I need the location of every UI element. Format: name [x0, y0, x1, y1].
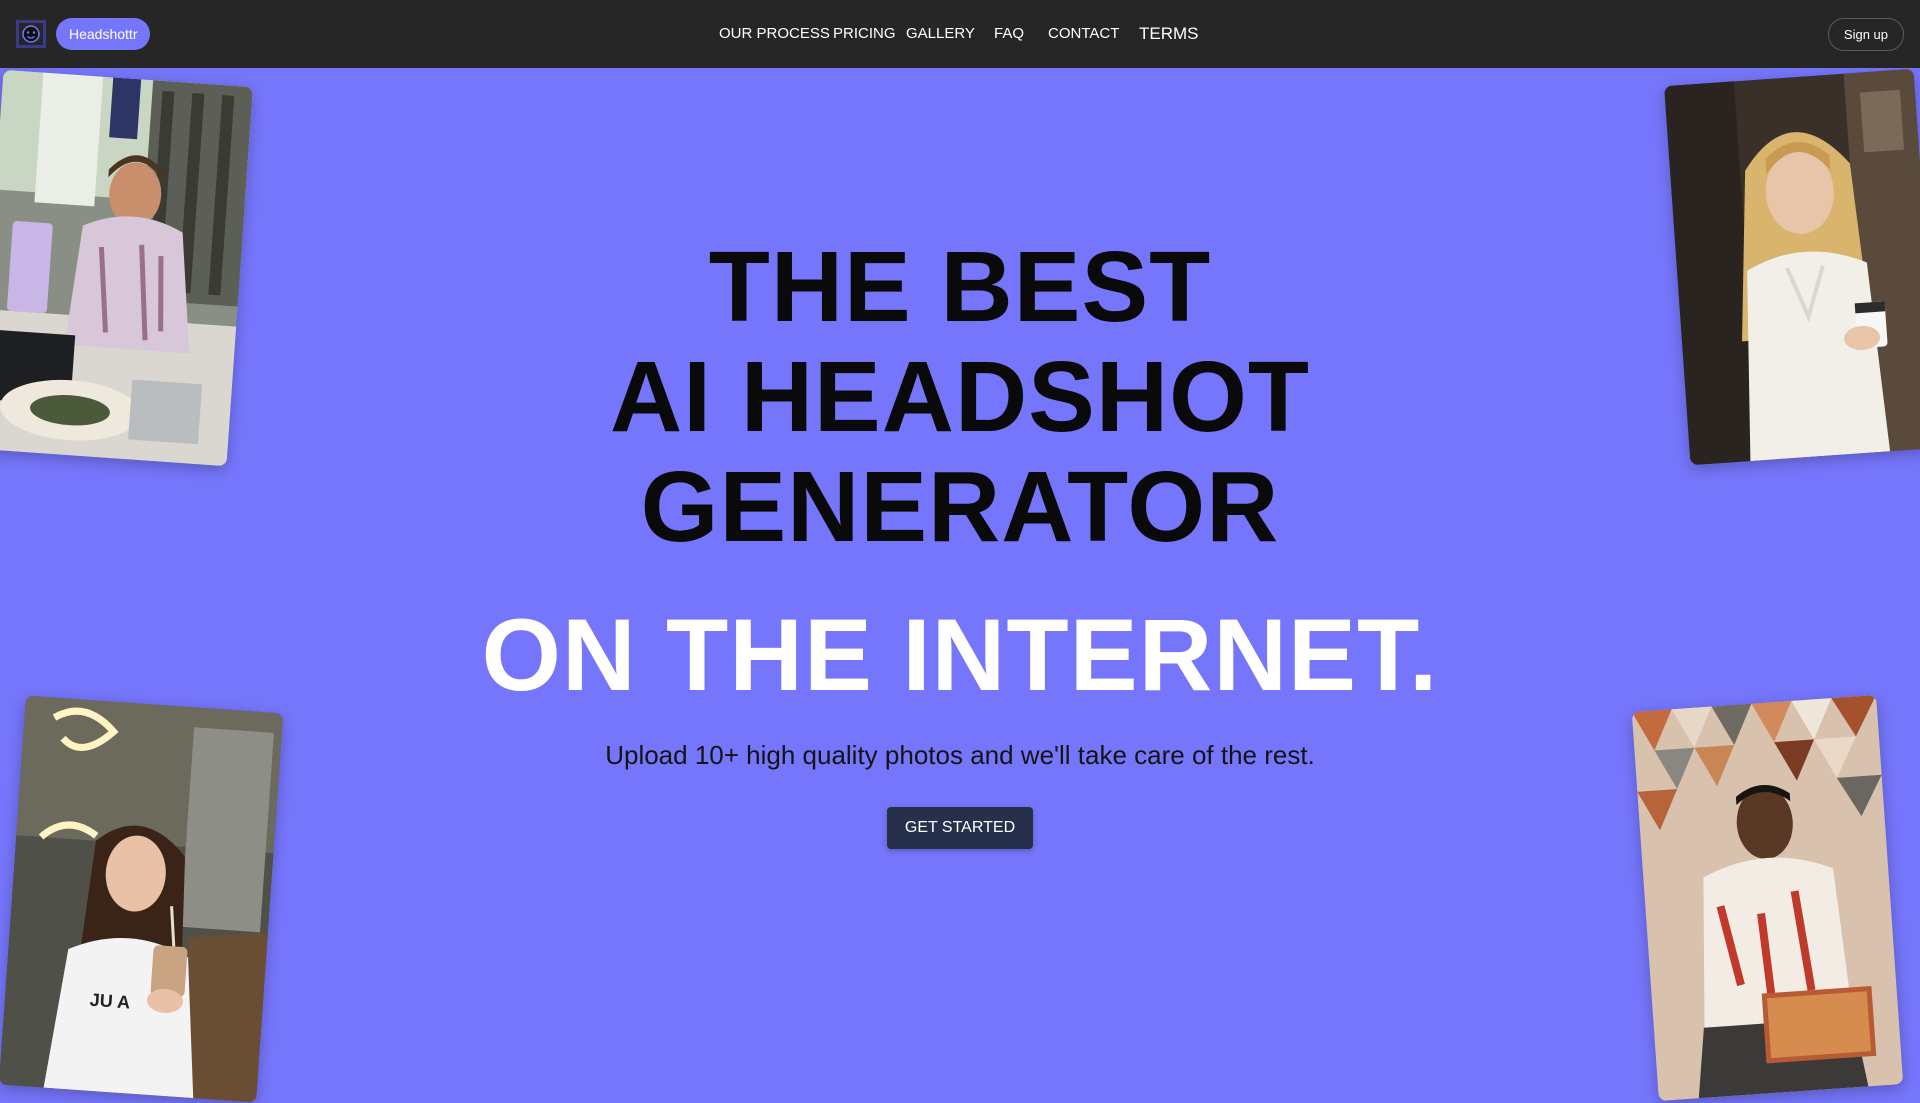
nav-our-process[interactable]: OUR PROCESS — [719, 0, 830, 68]
hero-headline-line-2: AI HEADSHOT — [610, 341, 1310, 453]
hero-headline-line-4: ON THE INTERNET. — [481, 598, 1439, 712]
top-navigation-bar: Headshottr OUR PROCESS PRICING GALLERY F… — [0, 0, 1920, 68]
sign-up-button[interactable]: Sign up — [1827, 18, 1904, 51]
nav-gallery[interactable]: GALLERY — [906, 0, 975, 68]
hero-subtitle: Upload 10+ high quality photos and we'll… — [605, 740, 1315, 770]
hero-headline-line-3: GENERATOR — [640, 451, 1280, 563]
shirt-print-text: JU A — [89, 990, 131, 1013]
hero-headline-line-1: THE BEST — [708, 231, 1212, 343]
nav-faq[interactable]: FAQ — [994, 0, 1024, 68]
nav-pricing[interactable]: PRICING — [833, 0, 896, 68]
bracket-face-icon[interactable] — [15, 18, 47, 50]
nav-terms[interactable]: TERMS — [1139, 0, 1199, 68]
nav-contact[interactable]: CONTACT — [1048, 0, 1119, 68]
get-started-button[interactable]: GET STARTED — [887, 807, 1033, 849]
brand-button[interactable]: Headshottr — [56, 18, 151, 50]
